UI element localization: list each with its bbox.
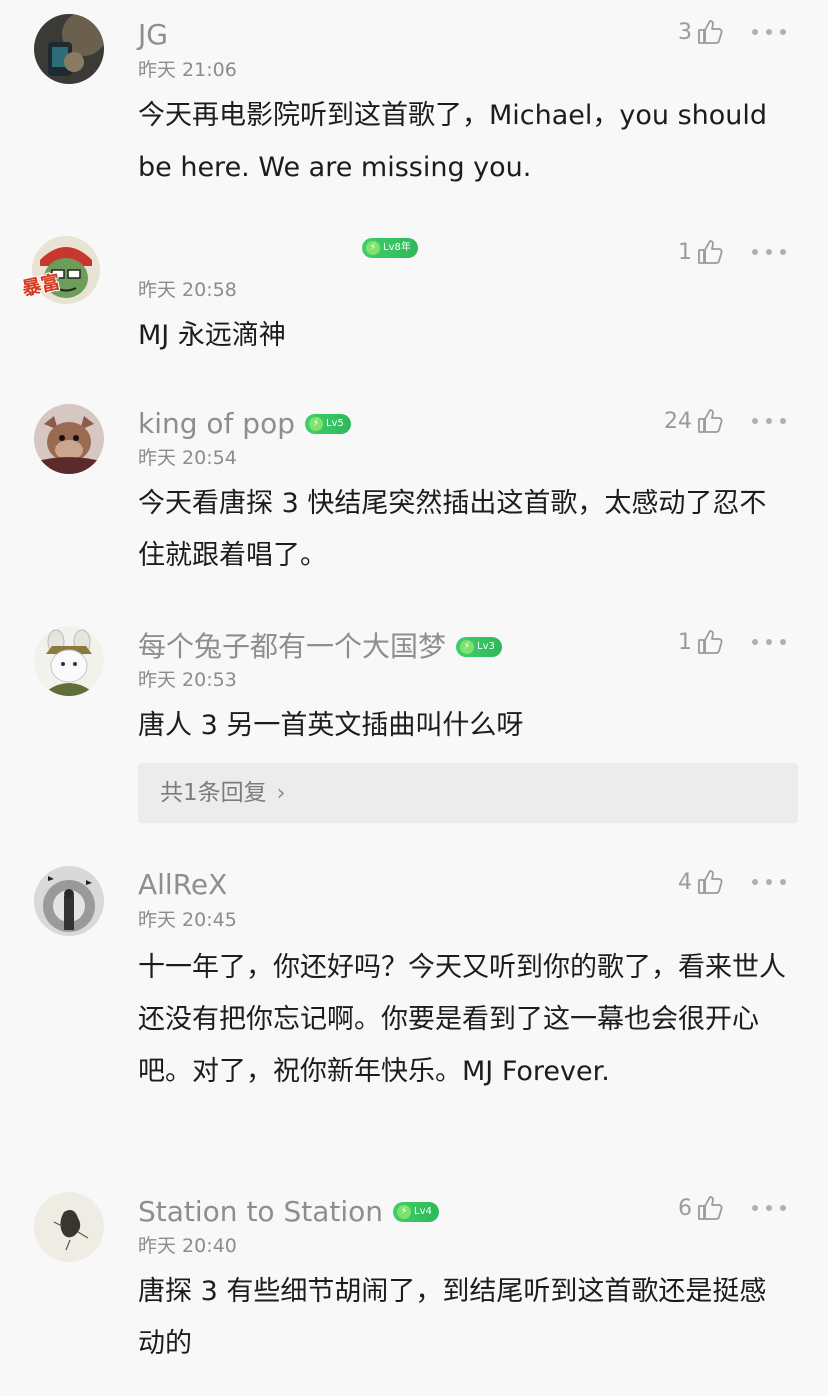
like-button[interactable]: 1 <box>678 628 724 656</box>
more-dots-icon[interactable] <box>752 637 786 647</box>
comment-text: 今天看唐探 3 快结尾突然插出这首歌，太感动了忍不住就跟着唱了。 <box>138 488 767 571</box>
timestamp: 昨天 20:54 <box>138 447 237 469</box>
thumbs-up-icon <box>698 630 723 654</box>
avatar[interactable] <box>34 626 104 696</box>
like-count: 3 <box>678 19 692 45</box>
timestamp: 昨天 20:58 <box>138 279 237 301</box>
level-text: Lv8年 <box>383 242 411 253</box>
level-badge: ⚡ Lv8年 <box>362 238 418 258</box>
more-dots-icon[interactable] <box>752 877 786 887</box>
username-text[interactable]: 每个兔子都有一个大国梦 <box>138 630 446 664</box>
like-count: 4 <box>678 869 692 895</box>
more-dots-icon[interactable] <box>752 416 786 426</box>
thumbs-up-icon <box>698 1196 723 1220</box>
thumbs-up-icon <box>698 409 723 433</box>
like-count: 1 <box>678 239 692 265</box>
username[interactable]: ⚡ Lv8年 <box>138 238 418 258</box>
comment-text: 十一年了，你还好吗？今天又听到你的歌了，看来世人还没有把你忘记啊。你要是看到了这… <box>138 952 786 1087</box>
username[interactable]: JG <box>138 18 168 52</box>
username[interactable]: king of pop ⚡ Lv5 <box>138 407 351 441</box>
avatar[interactable] <box>34 866 104 936</box>
view-replies-button[interactable]: 共1条回复 › <box>138 763 798 823</box>
username-text[interactable]: AllReX <box>138 868 227 902</box>
lightning-bolt-icon: ⚡ <box>308 417 323 431</box>
reply-count-label: 共1条回复 <box>160 780 267 806</box>
level-text: Lv3 <box>477 641 495 652</box>
more-dots-icon[interactable] <box>752 27 786 37</box>
username-text[interactable]: JG <box>138 18 168 52</box>
chevron-right-icon: › <box>276 781 286 806</box>
username[interactable]: AllReX <box>138 868 227 902</box>
level-text: Lv5 <box>325 418 344 429</box>
level-text: Lv4 <box>414 1206 432 1217</box>
like-button[interactable]: 3 <box>678 18 724 46</box>
timestamp: 昨天 20:53 <box>138 669 237 691</box>
comment-text: 今天再电影院听到这首歌了，Michael，you should be here.… <box>138 100 768 183</box>
thumbs-up-icon <box>698 870 723 894</box>
comment-text: 唐人 3 另一首英文插曲叫什么呀 <box>138 710 524 741</box>
like-button[interactable]: 6 <box>678 1194 724 1222</box>
like-count: 1 <box>678 629 692 655</box>
like-button[interactable]: 1 <box>678 238 724 266</box>
thumbs-up-icon <box>698 240 723 264</box>
like-count: 6 <box>678 1195 692 1221</box>
thumbs-up-icon <box>698 20 723 44</box>
level-badge: ⚡ Lv4 <box>393 1202 439 1222</box>
avatar[interactable] <box>34 1192 104 1262</box>
username-text[interactable]: Station to Station <box>138 1195 383 1229</box>
username[interactable]: 每个兔子都有一个大国梦 ⚡ Lv3 <box>138 630 502 664</box>
lightning-bolt-icon: ⚡ <box>397 1205 411 1219</box>
comment-text: 唐探 3 有些细节胡闹了，到结尾听到这首歌还是挺感动的 <box>138 1276 767 1359</box>
lightning-bolt-icon: ⚡ <box>460 640 475 654</box>
more-dots-icon[interactable] <box>752 1203 786 1213</box>
like-button[interactable]: 24 <box>664 407 724 435</box>
lightning-bolt-icon: ⚡ <box>366 241 380 255</box>
timestamp: 昨天 21:06 <box>138 59 237 81</box>
avatar[interactable] <box>34 404 104 474</box>
like-count: 24 <box>664 408 692 434</box>
timestamp: 昨天 20:40 <box>138 1235 237 1257</box>
comment-text: MJ 永远滴神 <box>138 320 286 351</box>
level-badge: ⚡ Lv5 <box>304 414 351 434</box>
like-button[interactable]: 4 <box>678 868 724 896</box>
level-badge: ⚡ Lv3 <box>456 637 502 657</box>
username-text[interactable]: king of pop <box>138 407 295 441</box>
avatar[interactable] <box>34 14 104 84</box>
timestamp: 昨天 20:45 <box>138 909 237 931</box>
more-dots-icon[interactable] <box>752 247 786 257</box>
username[interactable]: Station to Station ⚡ Lv4 <box>138 1195 439 1229</box>
